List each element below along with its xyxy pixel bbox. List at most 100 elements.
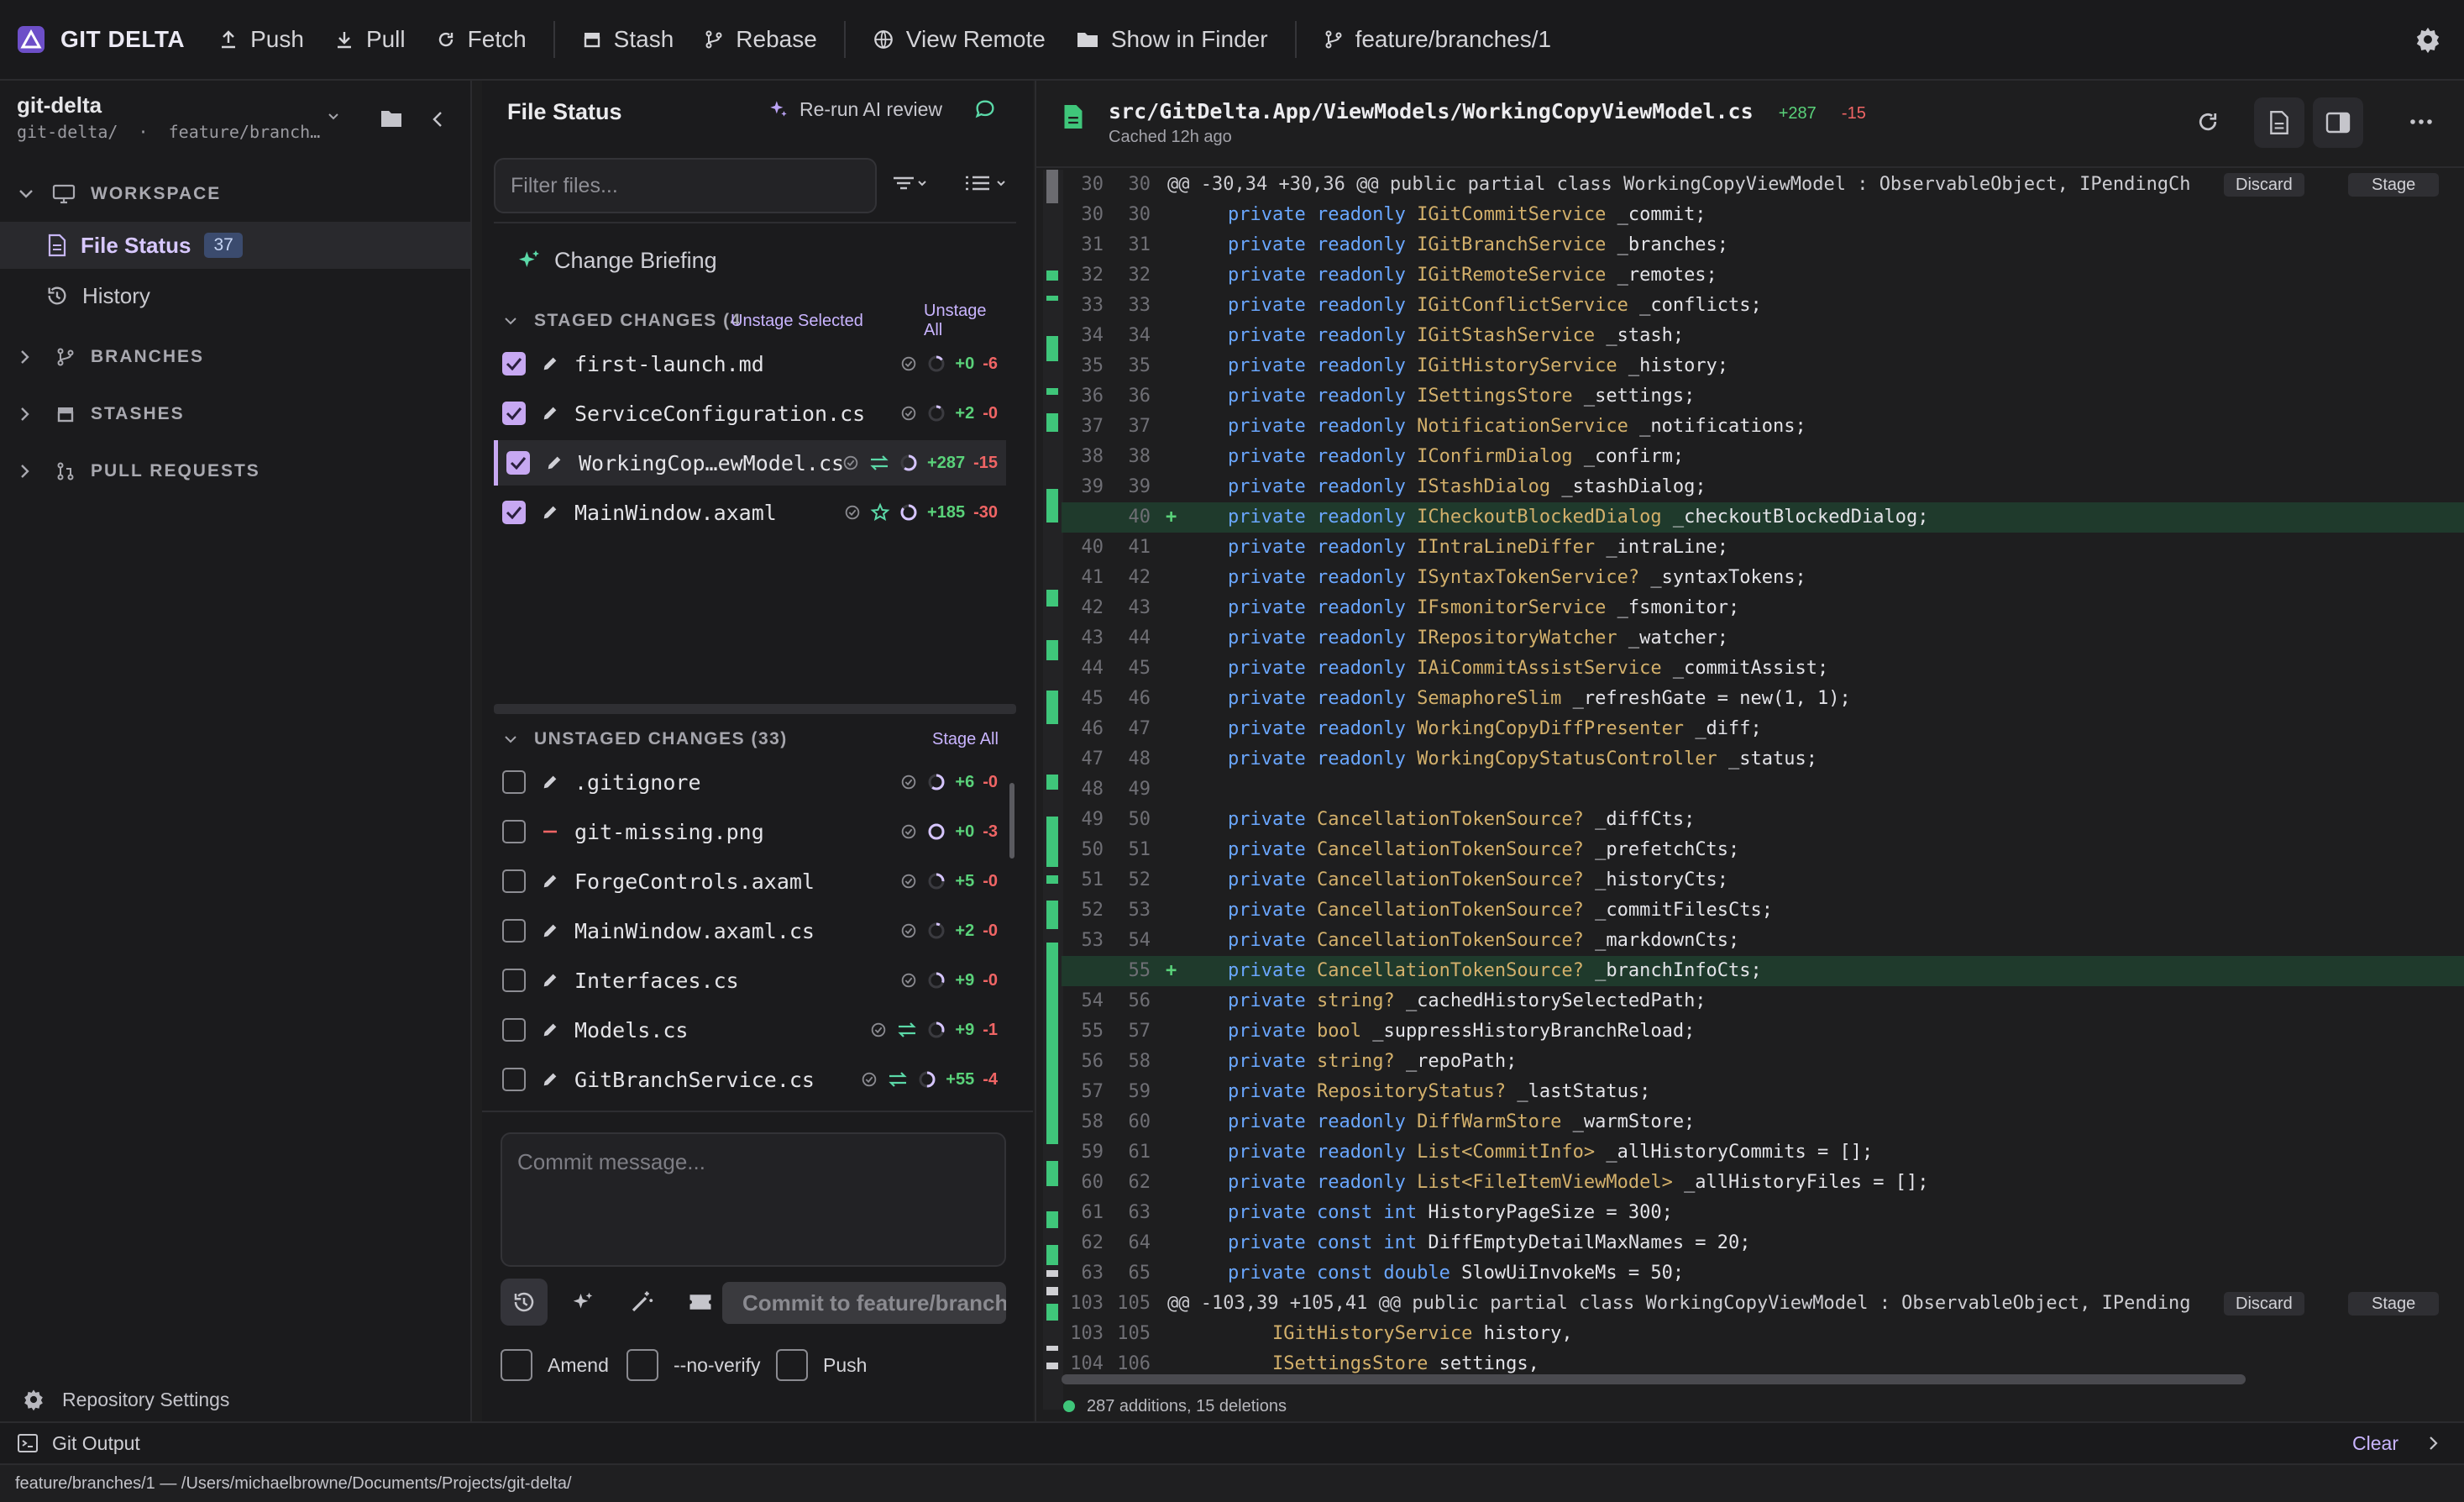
chevron-right-icon <box>20 464 30 479</box>
horizontal-scrollbar[interactable] <box>1062 1374 2246 1384</box>
refresh-icon[interactable] <box>2195 109 2220 134</box>
push-button[interactable]: Push <box>203 14 319 65</box>
branch-switcher[interactable]: feature/branches/1 <box>1308 14 1567 65</box>
show-in-finder-button[interactable]: Show in Finder <box>1061 14 1283 65</box>
magic-wand-button[interactable] <box>618 1279 665 1326</box>
pull-requests-section[interactable]: PULL REQUESTS <box>0 452 260 491</box>
file-row[interactable]: GitBranchService.cs +55 -4 <box>494 1057 1006 1102</box>
clear-button[interactable]: Clear <box>2352 1432 2398 1455</box>
old-line-number: 42 <box>1081 597 1104 618</box>
settings-button[interactable] <box>2414 25 2442 58</box>
identifier-token: _branches; <box>1617 234 1729 255</box>
no-verify-checkbox[interactable]: --no-verify <box>626 1349 761 1381</box>
stage-checkbox[interactable] <box>502 820 526 843</box>
commit-message-input[interactable]: Commit message... <box>501 1132 1006 1267</box>
checkbox-box <box>776 1349 808 1381</box>
diff-cached-time: Cached 12h ago <box>1109 128 1232 146</box>
view-remote-button[interactable]: View Remote <box>857 14 1061 65</box>
old-line-number: 62 <box>1081 1232 1104 1253</box>
file-row[interactable]: .gitignore +6 -0 <box>494 759 1006 805</box>
file-meta: +9 -1 <box>869 1020 998 1040</box>
file-name: Models.cs <box>574 1017 689 1042</box>
amend-checkbox[interactable]: Amend <box>501 1349 609 1381</box>
open-folder-icon[interactable] <box>380 108 405 129</box>
new-line-number: 61 <box>1128 1142 1151 1163</box>
stage-hunk-button[interactable]: Stage <box>2348 173 2440 197</box>
file-row[interactable]: ForgeControls.axaml +5 -0 <box>494 859 1006 904</box>
split-view-button[interactable] <box>2313 97 2363 148</box>
stage-checkbox[interactable] <box>502 919 526 943</box>
stage-hunk-button[interactable]: Stage <box>2348 1292 2440 1316</box>
new-line-number: 33 <box>1128 295 1151 316</box>
chevron-down-icon[interactable] <box>328 113 339 121</box>
discard-hunk-button[interactable]: Discard <box>2224 1292 2304 1316</box>
code-line: 62 64 private const int DiffEmptyDetailMax… <box>1062 1228 2464 1258</box>
stage-checkbox[interactable] <box>502 770 526 794</box>
file-view-button[interactable] <box>2254 97 2304 148</box>
scrollbar[interactable] <box>1009 783 1014 859</box>
keyword-token: private const int <box>1228 1202 1418 1223</box>
stage-checkbox[interactable] <box>502 969 526 992</box>
commit-button[interactable]: Commit to feature/branches/1 <box>722 1282 1006 1324</box>
pull-label: Pull <box>365 26 406 52</box>
discard-hunk-button[interactable]: Discard <box>2224 173 2304 197</box>
keyword-token: private readonly <box>1228 688 1406 709</box>
old-line-number: 55 <box>1081 1021 1104 1042</box>
ai-generate-button[interactable] <box>559 1279 606 1326</box>
new-line-number: 56 <box>1128 990 1151 1011</box>
push-checkbox[interactable]: Push <box>776 1349 867 1381</box>
code-text: private readonly IGitStashService _stash… <box>1228 321 1684 351</box>
branches-section[interactable]: BRANCHES <box>0 338 204 376</box>
old-line-number: 51 <box>1081 869 1104 890</box>
identifier-token: _history; <box>1628 355 1729 376</box>
file-row[interactable]: Interfaces.cs +9 -0 <box>494 958 1006 1003</box>
keyword-token: private readonly <box>1228 476 1406 497</box>
repo-selector[interactable]: git-delta git-delta/ · feature/branch… <box>17 92 320 142</box>
review-ok-icon <box>860 1070 878 1089</box>
identifier-token: DiffEmptyDetailMaxNames = 20; <box>1428 1232 1751 1253</box>
stage-checkbox[interactable] <box>502 1068 526 1091</box>
ticket-button[interactable] <box>677 1279 724 1326</box>
file-row[interactable]: MainWindow.axaml.cs +2 -0 <box>494 908 1006 953</box>
keyword-token: private <box>1228 900 1306 921</box>
status-dot-icon <box>1063 1400 1075 1412</box>
more-icon[interactable] <box>2409 118 2434 126</box>
collapse-sidebar-icon[interactable] <box>432 111 443 128</box>
keyword-token: private readonly <box>1228 446 1406 467</box>
new-line-number: 36 <box>1128 386 1151 407</box>
fetch-button[interactable]: Fetch <box>421 14 542 65</box>
nav-history[interactable]: History <box>0 272 470 319</box>
chevron-right-icon[interactable] <box>2429 1436 2439 1451</box>
pull-button[interactable]: Pull <box>319 14 421 65</box>
keyword-token: private readonly <box>1228 628 1406 649</box>
workspace-section[interactable]: WORKSPACE <box>0 175 221 213</box>
new-line-number: 59 <box>1128 1081 1151 1102</box>
identifier-token: _status; <box>1728 748 1818 769</box>
stage-checkbox[interactable] <box>502 1018 526 1042</box>
nav-file-status[interactable]: File Status 37 <box>0 222 470 269</box>
git-output-bar[interactable]: Git Output Clear <box>0 1421 2464 1463</box>
keyword-token: private readonly <box>1228 1172 1406 1193</box>
identifier-token: _fsmonitor; <box>1617 597 1740 618</box>
git-output-label: Git Output <box>52 1431 140 1454</box>
keyword-token: private <box>1228 930 1306 951</box>
diff-minimap[interactable] <box>1043 170 1063 1410</box>
old-line-number: 30 <box>1081 174 1104 195</box>
change-size-icon <box>926 822 946 842</box>
history-tool-button[interactable] <box>501 1279 548 1326</box>
new-line-number: 51 <box>1128 839 1151 860</box>
code-text: private const int HistoryPageSize = 300; <box>1228 1198 1673 1228</box>
file-row[interactable]: Models.cs +9 -1 <box>494 1007 1006 1053</box>
keyword-token: private readonly <box>1228 597 1406 618</box>
stashes-section[interactable]: STASHES <box>0 395 185 433</box>
repository-settings-button[interactable]: Repository Settings <box>22 1388 229 1411</box>
stash-button[interactable]: Stash <box>567 14 689 65</box>
file-row[interactable]: git-missing.png +0 -3 <box>494 809 1006 854</box>
stage-checkbox[interactable] <box>502 869 526 893</box>
deletions-count: -1 <box>983 1020 998 1039</box>
rebase-button[interactable]: Rebase <box>689 14 832 65</box>
code-line: 42 43 private readonly IFsmonitorService _… <box>1062 593 2464 623</box>
code-line: 37 37 private readonly NotificationService… <box>1062 412 2464 442</box>
code-line: 36 36 private readonly ISettingsStore _set… <box>1062 381 2464 412</box>
keyword-token: private readonly <box>1228 507 1406 528</box>
